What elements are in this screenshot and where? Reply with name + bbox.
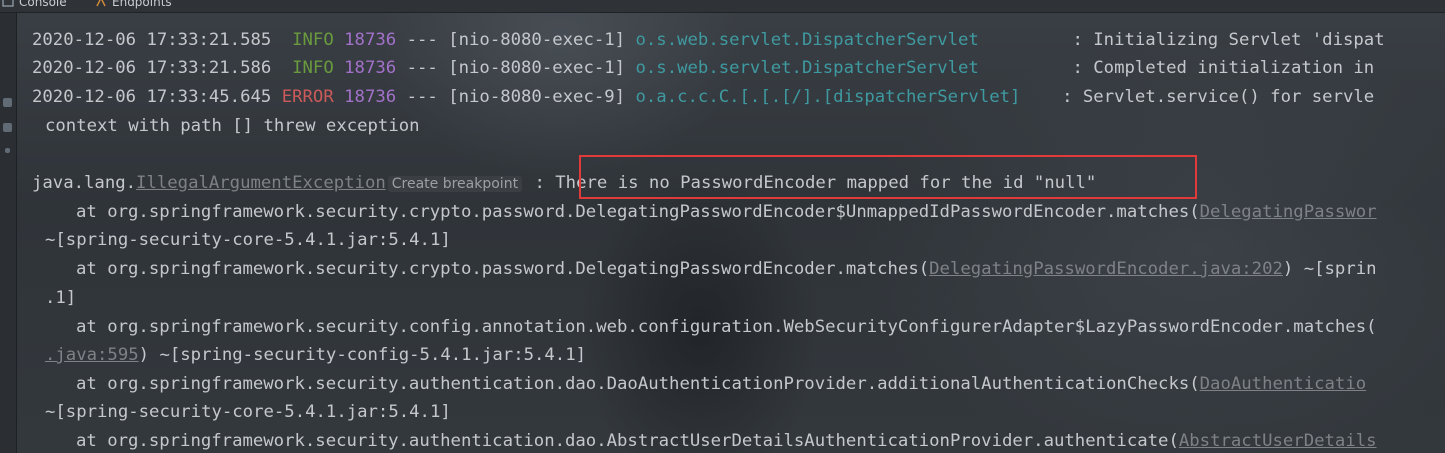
tab-console-label: Console [19, 0, 67, 9]
exception-class-link[interactable]: IllegalArgumentException [136, 173, 386, 193]
source-link[interactable]: AbstractUserDetails [1179, 431, 1377, 451]
soft-wrap-icon[interactable] [3, 123, 12, 132]
log-pid: 18736 [344, 87, 397, 107]
create-breakpoint-button[interactable]: Create breakpoint [387, 176, 523, 192]
log-context-line: context with path [] threw exception [45, 116, 420, 136]
tab-endpoints[interactable]: Endpoints [95, 0, 172, 9]
source-link[interactable]: DelegatingPasswor [1200, 202, 1377, 222]
console-gutter [0, 13, 17, 453]
stack-frame: at org.springframework.security.config.a… [76, 317, 1377, 337]
stack-frame-jar: .java:595) ~[spring-security-config-5.4.… [45, 345, 587, 365]
endpoints-icon [96, 0, 106, 7]
stack-frame-jar: ~[spring-security-core-5.4.1.jar:5.4.1] [45, 402, 451, 422]
tab-endpoints-label: Endpoints [112, 0, 172, 9]
log-line: 2020-12-06 17:33:45.645 ERROR 18736 --- … [32, 87, 1375, 107]
log-pid: 18736 [344, 30, 397, 50]
tab-console[interactable]: Console [2, 0, 67, 9]
stack-frame: at org.springframework.security.authenti… [76, 374, 1367, 394]
highlight-box [579, 155, 1197, 199]
console-icon [2, 0, 14, 7]
stack-frame-jar: ~[spring-security-core-5.4.1.jar:5.4.1] [45, 230, 451, 250]
tool-window-tabs: Console Endpoints [0, 0, 1445, 13]
log-logger: o.a.c.c.C.[.[.[/].[dispatcherServlet] [635, 87, 1021, 107]
log-logger: o.s.web.servlet.DispatcherServlet [635, 58, 979, 78]
log-level-info: INFO [292, 30, 334, 50]
scroll-to-end-icon[interactable] [3, 98, 12, 107]
log-level-info: INFO [292, 58, 334, 78]
log-line: 2020-12-06 17:33:21.586 INFO 18736 --- [… [32, 58, 1375, 78]
source-link[interactable]: DaoAuthenticatio [1200, 374, 1366, 394]
stack-frame: at org.springframework.security.crypto.p… [76, 202, 1377, 222]
log-line: 2020-12-06 17:33:21.585 INFO 18736 --- [… [32, 30, 1385, 50]
stack-frame-jar: .1] [45, 288, 77, 308]
stack-frame: at org.springframework.security.crypto.p… [76, 259, 1377, 279]
source-link[interactable]: .java:595 [45, 345, 139, 365]
print-icon[interactable] [5, 148, 10, 153]
log-logger: o.s.web.servlet.DispatcherServlet [635, 30, 979, 50]
log-level-error: ERROR [281, 87, 334, 107]
source-link[interactable]: DelegatingPasswordEncoder.java:202 [929, 259, 1283, 279]
stack-frame: at org.springframework.security.authenti… [76, 431, 1377, 451]
log-pid: 18736 [344, 58, 397, 78]
